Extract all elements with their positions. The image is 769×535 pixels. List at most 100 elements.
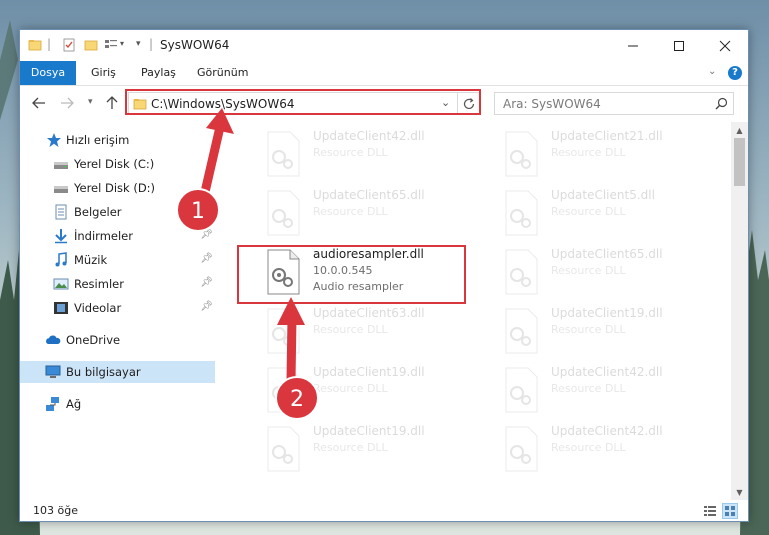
file-item[interactable]: UpdateClient42.dll Resource DLL (503, 365, 732, 421)
pin-icon[interactable]: 📌︎ (200, 253, 213, 264)
tab-home[interactable]: Giriş (82, 61, 125, 85)
back-button[interactable] (31, 95, 47, 111)
search-placeholder: Ara: SysWOW64 (503, 97, 601, 111)
file-highlight (237, 245, 466, 304)
tab-share[interactable]: Paylaş (132, 61, 185, 85)
pin-icon[interactable]: 📌︎ (200, 301, 213, 312)
maximize-icon (674, 40, 684, 51)
scroll-up-icon[interactable]: ▲ (731, 122, 748, 138)
quick-access-dropdown-icon[interactable]: ▾ (136, 39, 141, 49)
expand-ribbon-icon[interactable]: ⌄ (708, 66, 716, 77)
maximize-button[interactable] (656, 30, 702, 61)
pin-icon[interactable]: 📌︎ (200, 277, 213, 288)
file-name: UpdateClient65.dll (551, 247, 663, 261)
customize-toolbar-icon[interactable] (104, 38, 118, 52)
file-item[interactable]: UpdateClient19.dll Resource DLL (265, 365, 495, 421)
network-icon (46, 397, 59, 411)
details-view-icon[interactable] (703, 504, 717, 518)
search-icon (715, 97, 728, 110)
file-name: UpdateClient42.dll (313, 129, 425, 143)
file-list: UpdateClient42.dll Resource DLL UpdateCl… (220, 125, 732, 500)
address-bar-highlight (125, 89, 481, 115)
sidebar-item-music[interactable]: Müzik 📌︎ (20, 249, 215, 271)
minimize-icon (628, 45, 638, 46)
title-bar: | ▾ ▾ | SysWOW64 (20, 30, 748, 61)
sidebar-item-label: Resimler (74, 277, 124, 291)
dll-file-icon (267, 131, 300, 177)
sidebar-item-label: Bu bilgisayar (66, 365, 141, 379)
dll-file-icon (267, 308, 300, 354)
file-item[interactable]: UpdateClient42.dll Resource DLL (503, 424, 732, 480)
help-icon[interactable]: ? (728, 66, 742, 80)
file-name: UpdateClient19.dll (313, 365, 425, 379)
sidebar-item-quick-access[interactable]: Hızlı erişim (20, 129, 215, 151)
sidebar-item-network[interactable]: Ağ (20, 393, 215, 415)
status-bar: 103 öğe (20, 500, 748, 521)
file-description: Resource DLL (313, 382, 388, 395)
file-description: Resource DLL (551, 441, 626, 454)
sidebar-item-videos[interactable]: Videolar 📌︎ (20, 297, 215, 319)
file-name: UpdateClient5.dll (551, 188, 655, 202)
drive-icon (54, 162, 68, 169)
dll-file-icon (505, 190, 538, 236)
sidebar-item-documents[interactable]: Belgeler (20, 201, 215, 223)
download-icon (55, 229, 67, 244)
new-folder-icon[interactable] (84, 38, 98, 52)
sidebar-item-label: Müzik (74, 253, 108, 267)
recent-locations-icon[interactable]: ▾ (88, 97, 93, 107)
arrow-left-icon (32, 97, 45, 109)
dll-file-icon (505, 367, 538, 413)
sidebar-item-label: Yerel Disk (C:) (74, 157, 155, 171)
dll-file-icon (267, 367, 300, 413)
sidebar-item-label: Hızlı erişim (66, 133, 130, 147)
properties-icon[interactable] (62, 38, 76, 52)
dll-file-icon (505, 249, 538, 295)
music-icon (55, 252, 67, 267)
sidebar-item-label: Yerel Disk (D:) (74, 181, 156, 195)
file-item[interactable]: UpdateClient19.dll Resource DLL (503, 306, 732, 362)
file-item[interactable]: UpdateClient65.dll Resource DLL (265, 188, 495, 244)
dll-file-icon (505, 426, 538, 472)
file-description: Resource DLL (313, 205, 388, 218)
file-name: UpdateClient19.dll (313, 424, 425, 438)
file-item[interactable]: UpdateClient21.dll Resource DLL (503, 129, 732, 185)
file-name: UpdateClient19.dll (551, 306, 663, 320)
minimize-button[interactable] (610, 30, 656, 61)
scroll-down-icon[interactable]: ▼ (731, 484, 748, 500)
sidebar-item-label: İndirmeler (74, 229, 133, 243)
file-description: Resource DLL (551, 264, 626, 277)
file-item[interactable]: UpdateClient42.dll Resource DLL (265, 129, 495, 185)
chevron-down-icon[interactable]: ▾ (120, 39, 124, 48)
sidebar-item-downloads[interactable]: İndirmeler 📌︎ (20, 225, 215, 247)
documents-icon (55, 204, 67, 220)
ribbon-tabs: Dosya Giriş Paylaş Görünüm ⌄ ? (20, 61, 748, 86)
sidebar-item-this-pc[interactable]: Bu bilgisayar (20, 361, 215, 383)
arrow-up-icon (106, 96, 118, 109)
separator: | (149, 37, 154, 51)
pin-icon[interactable]: 📌︎ (200, 229, 213, 240)
file-item[interactable]: UpdateClient63.dll Resource DLL (265, 306, 495, 362)
sidebar-item-pictures[interactable]: Resimler 📌︎ (20, 273, 215, 295)
tab-file[interactable]: Dosya (20, 61, 76, 85)
tab-view[interactable]: Görünüm (188, 61, 257, 85)
search-box[interactable]: Ara: SysWOW64 (494, 92, 734, 115)
tiles-view-icon[interactable] (722, 503, 738, 519)
file-item[interactable]: UpdateClient5.dll Resource DLL (503, 188, 732, 244)
sidebar-item-onedrive[interactable]: OneDrive (20, 329, 215, 351)
file-name: UpdateClient65.dll (313, 188, 425, 202)
sidebar-item-local-disk-d[interactable]: Yerel Disk (D:) (20, 177, 215, 199)
sidebar-item-label: Belgeler (74, 205, 122, 219)
file-description: Resource DLL (551, 205, 626, 218)
forward-button[interactable] (59, 95, 75, 111)
file-name: UpdateClient63.dll (313, 306, 425, 320)
sidebar-item-local-disk-c[interactable]: Yerel Disk (C:) (20, 153, 215, 175)
close-icon (719, 40, 731, 51)
vertical-scrollbar[interactable]: ▲ ▼ (731, 122, 748, 500)
file-item[interactable]: UpdateClient65.dll Resource DLL (503, 247, 732, 303)
file-description: Resource DLL (551, 146, 626, 159)
close-button[interactable] (702, 30, 748, 61)
scroll-thumb[interactable] (734, 138, 745, 186)
up-button[interactable] (104, 95, 120, 111)
file-item[interactable]: UpdateClient19.dll Resource DLL (265, 424, 495, 480)
computer-icon (45, 365, 61, 378)
